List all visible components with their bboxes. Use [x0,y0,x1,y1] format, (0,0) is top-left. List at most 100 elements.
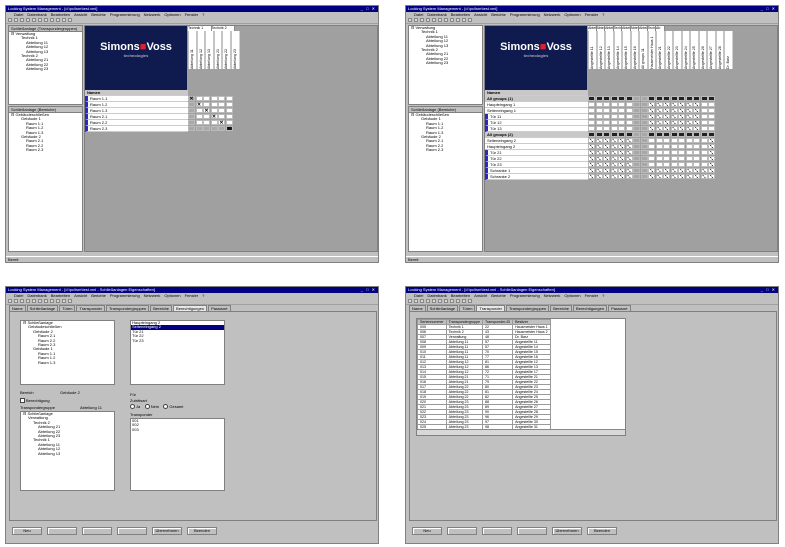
tree-item[interactable]: Raum 1.3 [21,360,114,365]
menu-item-9[interactable]: ? [202,12,204,17]
save-icon[interactable] [20,299,24,303]
permission-cell[interactable] [595,168,603,173]
permission-cell[interactable] [588,174,595,179]
row-headers[interactable]: Namen Raum 1.1 Raum 1.2 Raum 1.3 Raum 2.1 Rau… [85,90,188,132]
permission-cell[interactable] [678,132,685,137]
cut-icon[interactable] [32,299,36,303]
menu-item-7[interactable]: Optionen [564,293,580,298]
permission-cell[interactable] [225,96,233,101]
copy-icon[interactable] [38,299,42,303]
dialog-button-4[interactable]: Übernehmen [152,527,182,535]
permission-cell[interactable] [610,120,618,125]
permission-cell[interactable] [625,102,633,107]
menu-item-1[interactable]: Datenbank [427,293,446,298]
permission-cell[interactable] [663,150,670,155]
permission-cell[interactable] [640,144,648,149]
permission-cell[interactable] [685,102,693,107]
column-header[interactable]: Angestellte 26 [698,31,707,69]
permission-cell[interactable] [700,168,708,173]
permission-cell[interactable] [655,168,663,173]
permission-cell[interactable] [640,150,648,155]
cut-icon[interactable] [432,299,436,303]
permission-cell[interactable] [595,132,603,137]
permission-cell[interactable] [693,168,700,173]
permission-cell[interactable] [210,114,218,119]
permission-cell[interactable] [648,132,655,137]
permission-cell[interactable] [693,138,700,143]
permission-cell[interactable] [655,120,663,125]
permission-cell[interactable] [210,102,218,107]
permission-cell[interactable] [685,114,693,119]
permission-cell[interactable] [210,108,218,113]
permission-cell[interactable] [678,168,685,173]
permission-cell[interactable] [700,156,708,161]
paste-icon[interactable] [444,18,448,22]
transponder-table-pane[interactable]: Seriennummer Transpondergruppe Transponder… [416,318,626,436]
permission-cell[interactable] [610,102,618,107]
permission-cell[interactable] [678,138,685,143]
permission-cell[interactable] [708,174,715,179]
permission-cell[interactable] [693,144,700,149]
print-icon[interactable] [426,299,430,303]
permission-cell[interactable] [610,156,618,161]
permission-cell[interactable] [663,168,670,173]
menu-item-9[interactable]: ? [202,293,204,298]
filter-icon[interactable] [62,18,66,22]
permission-cell[interactable] [610,96,618,101]
permission-cell[interactable] [195,102,203,107]
permission-cell[interactable] [595,96,603,101]
permission-cell[interactable] [648,108,655,113]
window-controls[interactable]: _ □ ✕ [761,287,776,293]
permission-cell[interactable] [633,126,640,131]
permission-cell[interactable] [693,102,700,107]
open-icon[interactable] [414,299,418,303]
menu-item-6[interactable]: Netzwerk [544,293,561,298]
permission-cell[interactable] [655,150,663,155]
menu-item-0[interactable]: Datei [14,293,23,298]
menu-item-4[interactable]: Berichte [91,12,106,17]
permission-cell[interactable] [685,156,693,161]
menu-item-3[interactable]: Ansicht [474,12,487,17]
column-header[interactable]: Angestellte 27 [707,31,716,69]
column-header[interactable]: Angestellte 13 [605,31,614,69]
permission-cell[interactable] [648,144,655,149]
groups-tree[interactable]: ⊟ Verwaltung Technik 1 Abteilung 11 Abte… [409,26,482,66]
permission-cell[interactable] [618,162,625,167]
tree-item[interactable]: Abteilung 23 [9,66,82,71]
dialog-button-5[interactable]: Beenden [587,527,617,535]
permission-cell[interactable] [210,120,218,125]
permission-cell[interactable] [693,126,700,131]
permission-cell[interactable] [625,108,633,113]
cut-icon[interactable] [432,18,436,22]
column-header[interactable]: Angestellte 22 [664,31,673,69]
permission-cell[interactable] [708,156,715,161]
column-header[interactable]: Angestellte 24 [681,31,690,69]
permission-cell[interactable] [588,102,595,107]
permission-cell[interactable] [203,108,210,113]
permission-cell[interactable] [678,102,685,107]
column-header[interactable]: Transpondergruppe [445,319,484,325]
column-headers[interactable]: Abteilung 11 Abteilung 12 Abteilung 13 Abte… [188,31,239,69]
tree-item[interactable]: Abteilung 13 [21,451,114,456]
permission-cell[interactable] [625,150,633,155]
menu-item-8[interactable]: Fenster [585,12,599,17]
permission-cell[interactable] [648,156,655,161]
permission-cell[interactable] [655,138,663,143]
new-icon[interactable] [8,18,12,22]
permission-cell[interactable] [708,168,715,173]
permission-cell[interactable] [670,144,678,149]
permission-cell[interactable] [633,132,640,137]
permission-cell[interactable] [640,138,648,143]
permission-cell[interactable] [655,108,663,113]
permission-cell[interactable] [625,132,633,137]
permission-cell[interactable] [633,120,640,125]
permission-cell[interactable] [618,126,625,131]
permission-cell[interactable] [203,120,210,125]
permission-cell[interactable] [640,168,648,173]
permission-cell[interactable] [670,174,678,179]
permission-cell[interactable] [610,162,618,167]
permission-cell[interactable] [603,114,610,119]
column-header[interactable]: Abteilung 23 [230,31,239,69]
permission-cell[interactable] [618,138,625,143]
paste-icon[interactable] [444,299,448,303]
